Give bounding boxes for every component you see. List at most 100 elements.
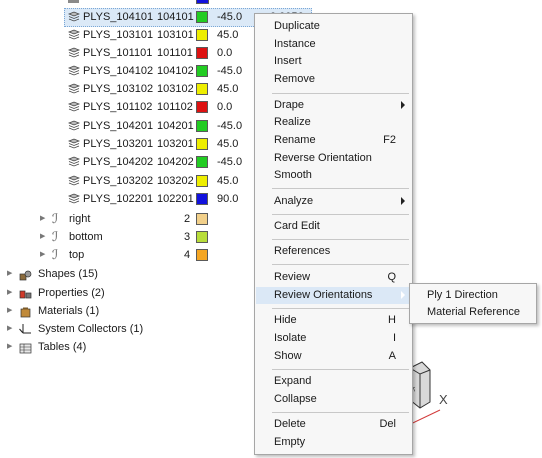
ply-row[interactable]: PLYS_103202 103202 45.0 <box>66 172 256 190</box>
menu-label: References <box>274 245 331 257</box>
menu-item-empty[interactable]: Empty <box>255 434 396 451</box>
menu-item-duplicate[interactable]: Duplicate <box>255 18 396 35</box>
expand-arrow-icon[interactable]: ▶ <box>7 320 12 338</box>
menu-item-reverse-orientation[interactable]: Reverse Orientation <box>255 150 396 167</box>
set-color-swatch <box>196 249 208 261</box>
menu-separator <box>272 308 409 309</box>
menu-label: Analyze <box>274 195 314 207</box>
menu-item-drape[interactable]: Drape <box>255 97 405 114</box>
submenu-item-ply-1-direction[interactable]: Ply 1 Direction <box>410 287 536 304</box>
submenu-item-material-reference[interactable]: Material Reference <box>410 304 536 321</box>
expand-arrow-icon[interactable]: ▶ <box>40 246 45 264</box>
ply-stack-icon <box>68 83 80 94</box>
ply-name: PLYS_104102 <box>83 65 154 77</box>
ply-id: 104201 <box>157 120 194 132</box>
menu-item-expand[interactable]: Expand <box>255 373 396 390</box>
expand-arrow-icon[interactable]: ▶ <box>7 338 12 356</box>
menu-item-review[interactable]: Review Q <box>255 269 396 286</box>
review-orientations-submenu: Ply 1 Direction Material Reference <box>409 283 537 324</box>
menu-item-remove[interactable]: Remove <box>255 71 396 88</box>
group-label: Materials (1) <box>38 305 100 317</box>
menu-item-card-edit[interactable]: Card Edit <box>255 218 396 235</box>
ply-name: PLYS_102201 <box>83 193 154 205</box>
menu-item-instance[interactable]: Instance <box>255 36 396 53</box>
menu-item-hide[interactable]: Hide H <box>255 312 396 329</box>
context-menu: Duplicate Instance Insert Remove Drape R… <box>254 13 413 455</box>
menu-item-smooth[interactable]: Smooth <box>255 167 396 184</box>
ply-angle: -45.0 <box>217 11 243 23</box>
menu-label: Duplicate <box>274 20 320 32</box>
clipped-color-swatch <box>196 0 209 4</box>
tree-group-materials[interactable]: ▶ Materials (1) <box>6 302 186 320</box>
menu-label: Smooth <box>274 169 312 181</box>
ply-row[interactable]: PLYS_104201 104201 -45.0 <box>66 117 256 135</box>
tree-group-properties[interactable]: ▶ Properties (2) <box>6 284 186 302</box>
ply-row[interactable]: PLYS_104102 104102 -45.0 <box>66 62 256 80</box>
expand-arrow-icon[interactable]: ▶ <box>40 210 45 228</box>
menu-item-review-orientations[interactable]: Review Orientations <box>256 287 411 304</box>
menu-item-collapse[interactable]: Collapse <box>255 391 396 408</box>
ply-stack-icon <box>68 11 80 22</box>
menu-label: Instance <box>274 38 316 50</box>
ply-id: 102201 <box>157 193 194 205</box>
menu-item-analyze[interactable]: Analyze <box>255 193 405 210</box>
group-label: Shapes (15) <box>38 268 98 280</box>
menu-item-show[interactable]: Show A <box>255 348 396 365</box>
ply-id: 104202 <box>157 156 194 168</box>
menu-item-isolate[interactable]: Isolate I <box>255 330 396 347</box>
tree-group-shapes[interactable]: ▶ Shapes (15) <box>6 265 186 283</box>
ply-id: 101102 <box>157 101 193 113</box>
set-name: bottom <box>69 231 103 243</box>
tree-group-tables[interactable]: ▶ Tables (4) <box>6 338 186 356</box>
ply-row[interactable]: PLYS_101101 101101 0.0 <box>66 44 256 62</box>
menu-item-realize[interactable]: Realize <box>255 114 396 131</box>
curve-icon: ℐ <box>52 247 59 262</box>
menu-item-rename[interactable]: Rename F2 <box>255 132 396 149</box>
expand-arrow-icon[interactable]: ▶ <box>7 284 12 302</box>
ply-angle: 45.0 <box>217 83 239 95</box>
menu-shortcut: I <box>392 332 396 344</box>
menu-item-references[interactable]: References <box>255 243 396 260</box>
ply-stack-icon <box>68 138 80 149</box>
menu-label: Expand <box>274 375 312 387</box>
system-axes-icon <box>19 323 32 335</box>
ply-row[interactable]: PLYS_103101 103101 45.0 <box>66 26 256 44</box>
menu-item-delete[interactable]: Delete Del <box>255 416 396 433</box>
curve-icon: ℐ <box>52 229 59 244</box>
ply-stack-icon <box>68 156 80 167</box>
menu-item-insert[interactable]: Insert <box>255 53 396 70</box>
ply-angle: 45.0 <box>217 29 239 41</box>
ply-id: 103102 <box>157 83 194 95</box>
ply-color-swatch <box>196 29 208 41</box>
menu-separator <box>272 412 409 413</box>
menu-label: Collapse <box>274 393 317 405</box>
ply-row[interactable]: PLYS_104202 104202 -45.0 <box>66 153 256 171</box>
axis-x-label: X <box>439 392 448 407</box>
ply-row[interactable]: PLYS_102201 102201 90.0 <box>66 190 256 208</box>
set-row-bottom[interactable]: ▶ ℐ bottom 3 <box>38 228 218 246</box>
ply-name: PLYS_103201 <box>83 138 154 150</box>
tables-icon <box>19 342 32 354</box>
set-id: 3 <box>184 231 191 243</box>
ply-name: PLYS_104101 <box>83 11 154 23</box>
menu-label: Card Edit <box>274 220 320 232</box>
ply-row[interactable]: PLYS_103102 103102 45.0 <box>66 80 256 98</box>
tree-group-system-collectors[interactable]: ▶ System Collectors (1) <box>6 320 186 338</box>
submenu-label: Ply 1 Direction <box>427 289 498 301</box>
ply-color-swatch <box>196 83 208 95</box>
ply-stack-icon <box>68 65 80 76</box>
expand-arrow-icon[interactable]: ▶ <box>7 302 12 320</box>
ply-color-swatch <box>196 101 208 113</box>
ply-row[interactable]: PLYS_103201 103201 45.0 <box>66 135 256 153</box>
set-row-top[interactable]: ▶ ℐ top 4 <box>38 246 218 264</box>
expand-arrow-icon[interactable]: ▶ <box>40 228 45 246</box>
set-name: right <box>69 213 91 225</box>
ply-stack-icon <box>68 29 80 40</box>
menu-shortcut: F2 <box>383 134 396 146</box>
set-row-right[interactable]: ▶ ℐ right 2 <box>38 210 218 228</box>
ply-row[interactable]: PLYS_101102 101102 0.0 <box>66 98 256 116</box>
menu-label: Realize <box>274 116 311 128</box>
menu-label: Insert <box>274 55 302 67</box>
set-id: 4 <box>184 249 191 261</box>
expand-arrow-icon[interactable]: ▶ <box>7 265 12 283</box>
